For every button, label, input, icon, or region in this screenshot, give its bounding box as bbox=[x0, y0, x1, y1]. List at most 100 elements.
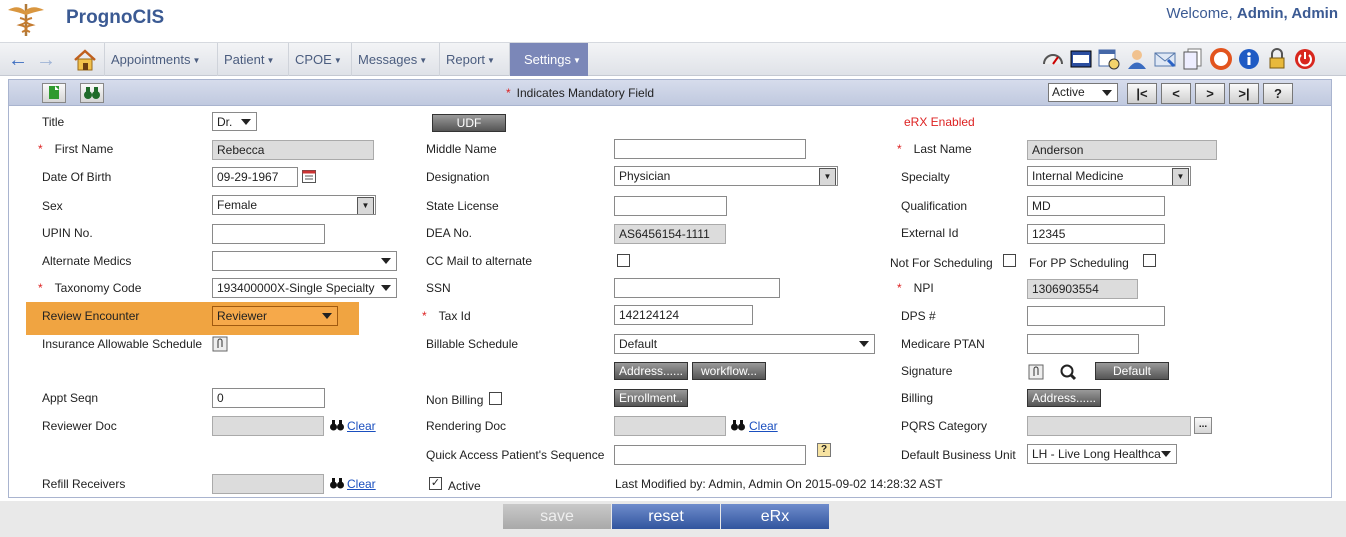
last-name-label: * Last Name bbox=[897, 142, 972, 156]
reset-button[interactable]: reset bbox=[612, 504, 720, 529]
enrollment-button[interactable]: Enrollment.. bbox=[614, 389, 688, 407]
billable-schedule-select[interactable]: Default bbox=[614, 334, 875, 354]
review-encounter-select[interactable]: Reviewer bbox=[212, 306, 338, 326]
welcome-prefix: Welcome, bbox=[1166, 5, 1237, 22]
dps-field[interactable] bbox=[1027, 306, 1165, 326]
title-label: Title bbox=[42, 115, 65, 129]
quick-access-field[interactable] bbox=[614, 445, 806, 465]
rendering-doc-clear-link[interactable]: Clear bbox=[749, 419, 778, 433]
qualification-field[interactable]: MD bbox=[1027, 196, 1165, 216]
dashboard-gauge-icon[interactable] bbox=[1042, 48, 1064, 70]
non-billing-checkbox[interactable] bbox=[489, 392, 502, 405]
specialty-select[interactable]: Internal Medicine bbox=[1027, 166, 1191, 186]
udf-button[interactable]: UDF bbox=[432, 114, 506, 132]
active-checkbox[interactable]: ✓ bbox=[429, 477, 442, 490]
review-encounter-label: Review Encounter bbox=[42, 309, 140, 323]
signature-attachment-icon[interactable] bbox=[1028, 364, 1044, 380]
tax-id-field[interactable]: 142124124 bbox=[614, 305, 753, 325]
calendar-icon[interactable] bbox=[302, 169, 316, 183]
workflow-button[interactable]: workflow... bbox=[692, 362, 766, 380]
search-binoculars-button[interactable] bbox=[80, 83, 104, 103]
lock-icon[interactable] bbox=[1266, 48, 1288, 70]
back-arrow-icon[interactable]: ← bbox=[8, 50, 28, 70]
rendering-doc-binoculars-icon[interactable] bbox=[730, 417, 746, 433]
alternate-medics-select[interactable] bbox=[212, 251, 397, 271]
non-billing-label: Non Billing bbox=[426, 393, 484, 407]
bill-icon[interactable] bbox=[1070, 48, 1092, 70]
dea-field[interactable]: AS6456154-1111 bbox=[614, 224, 726, 244]
external-id-field[interactable]: 12345 bbox=[1027, 224, 1165, 244]
menu-messages[interactable]: Messages ▼ bbox=[351, 43, 439, 76]
menu-cpoe[interactable]: CPOE ▼ bbox=[288, 43, 351, 76]
user-name[interactable]: Admin, Admin bbox=[1237, 5, 1338, 22]
prev-record-button[interactable]: < bbox=[1161, 83, 1191, 104]
state-license-field[interactable] bbox=[614, 196, 727, 216]
specialty-select-value: Internal Medicine bbox=[1032, 169, 1124, 183]
business-unit-label: Default Business Unit bbox=[901, 448, 1016, 462]
first-record-button[interactable]: |< bbox=[1127, 83, 1157, 104]
medicare-ptan-field[interactable] bbox=[1027, 334, 1139, 354]
sex-select[interactable]: Female bbox=[212, 195, 376, 215]
upin-field[interactable] bbox=[212, 224, 325, 244]
menu-messages-label: Messages bbox=[358, 52, 418, 67]
last-name-label-text: Last Name bbox=[913, 142, 972, 156]
designation-label: Designation bbox=[426, 170, 490, 184]
pqrs-browse-button[interactable]: ... bbox=[1194, 417, 1212, 434]
signature-default-button[interactable]: Default bbox=[1095, 362, 1169, 380]
taxonomy-select[interactable]: 193400000X-Single Specialty bbox=[212, 278, 397, 298]
attachment-icon[interactable] bbox=[212, 336, 228, 352]
calendar-clock-icon[interactable] bbox=[1098, 48, 1120, 70]
next-record-button[interactable]: > bbox=[1195, 83, 1225, 104]
dob-field[interactable]: 09-29-1967 bbox=[212, 167, 298, 187]
new-document-button[interactable] bbox=[42, 83, 66, 103]
refill-binoculars-icon[interactable] bbox=[329, 475, 345, 491]
pp-scheduling-label: For PP Scheduling bbox=[1029, 256, 1129, 270]
address-button[interactable]: Address...... bbox=[614, 362, 688, 380]
business-unit-select[interactable]: LH - Live Long Healthca bbox=[1027, 444, 1177, 464]
not-for-scheduling-checkbox[interactable] bbox=[1003, 254, 1016, 267]
first-name-field[interactable]: Rebecca bbox=[212, 140, 374, 160]
magnifier-icon[interactable] bbox=[1059, 363, 1077, 381]
middle-name-field[interactable] bbox=[614, 139, 806, 159]
npi-field[interactable]: 1306903554 bbox=[1027, 279, 1138, 299]
mail-icon[interactable] bbox=[1154, 48, 1176, 70]
lifebuoy-help-icon[interactable] bbox=[1210, 48, 1232, 70]
pp-scheduling-checkbox[interactable] bbox=[1143, 254, 1156, 267]
tax-id-label: * Tax Id bbox=[422, 309, 471, 323]
save-button[interactable]: save bbox=[503, 504, 611, 529]
user-icon[interactable] bbox=[1126, 48, 1148, 70]
designation-select-value: Physician bbox=[619, 169, 671, 183]
ssn-field[interactable] bbox=[614, 278, 780, 298]
active-label: Active bbox=[448, 479, 481, 493]
info-icon[interactable] bbox=[1238, 48, 1260, 70]
menu-appointments[interactable]: Appointments ▼ bbox=[104, 43, 217, 76]
menu-patient[interactable]: Patient ▼ bbox=[217, 43, 288, 76]
reviewer-doc-binoculars-icon[interactable] bbox=[329, 417, 345, 433]
reviewer-doc-clear-link[interactable]: Clear bbox=[347, 419, 376, 433]
last-record-button[interactable]: >| bbox=[1229, 83, 1259, 104]
menu-report[interactable]: Report ▼ bbox=[439, 43, 509, 76]
documents-icon[interactable] bbox=[1182, 48, 1204, 70]
forward-arrow-icon[interactable]: → bbox=[36, 50, 56, 70]
insurance-schedule-label: Insurance Allowable Schedule bbox=[42, 337, 203, 351]
rendering-doc-field bbox=[614, 416, 726, 436]
designation-select[interactable]: Physician bbox=[614, 166, 838, 186]
home-icon[interactable] bbox=[72, 49, 98, 71]
menu-settings[interactable]: Settings ▼ bbox=[509, 43, 588, 76]
cc-mail-label: CC Mail to alternate bbox=[426, 254, 533, 268]
sex-select-value: Female bbox=[217, 198, 258, 212]
billing-address-button[interactable]: Address...... bbox=[1027, 389, 1101, 407]
npi-label: * NPI bbox=[897, 281, 934, 295]
cc-mail-checkbox[interactable] bbox=[617, 254, 630, 267]
title-select[interactable]: Dr. bbox=[212, 112, 257, 131]
appt-seqn-field[interactable]: 0 bbox=[212, 388, 325, 408]
mandatory-note-text: Indicates Mandatory Field bbox=[516, 86, 655, 100]
erx-button[interactable]: eRx bbox=[721, 504, 829, 529]
refill-clear-link[interactable]: Clear bbox=[347, 477, 376, 491]
status-select[interactable]: Active bbox=[1048, 83, 1118, 102]
help-button[interactable]: ? bbox=[1263, 83, 1293, 104]
power-logout-icon[interactable] bbox=[1294, 48, 1316, 70]
last-name-field[interactable]: Anderson bbox=[1027, 140, 1217, 160]
quick-access-help-icon[interactable]: ? bbox=[817, 443, 831, 457]
review-encounter-value: Reviewer bbox=[217, 309, 268, 323]
